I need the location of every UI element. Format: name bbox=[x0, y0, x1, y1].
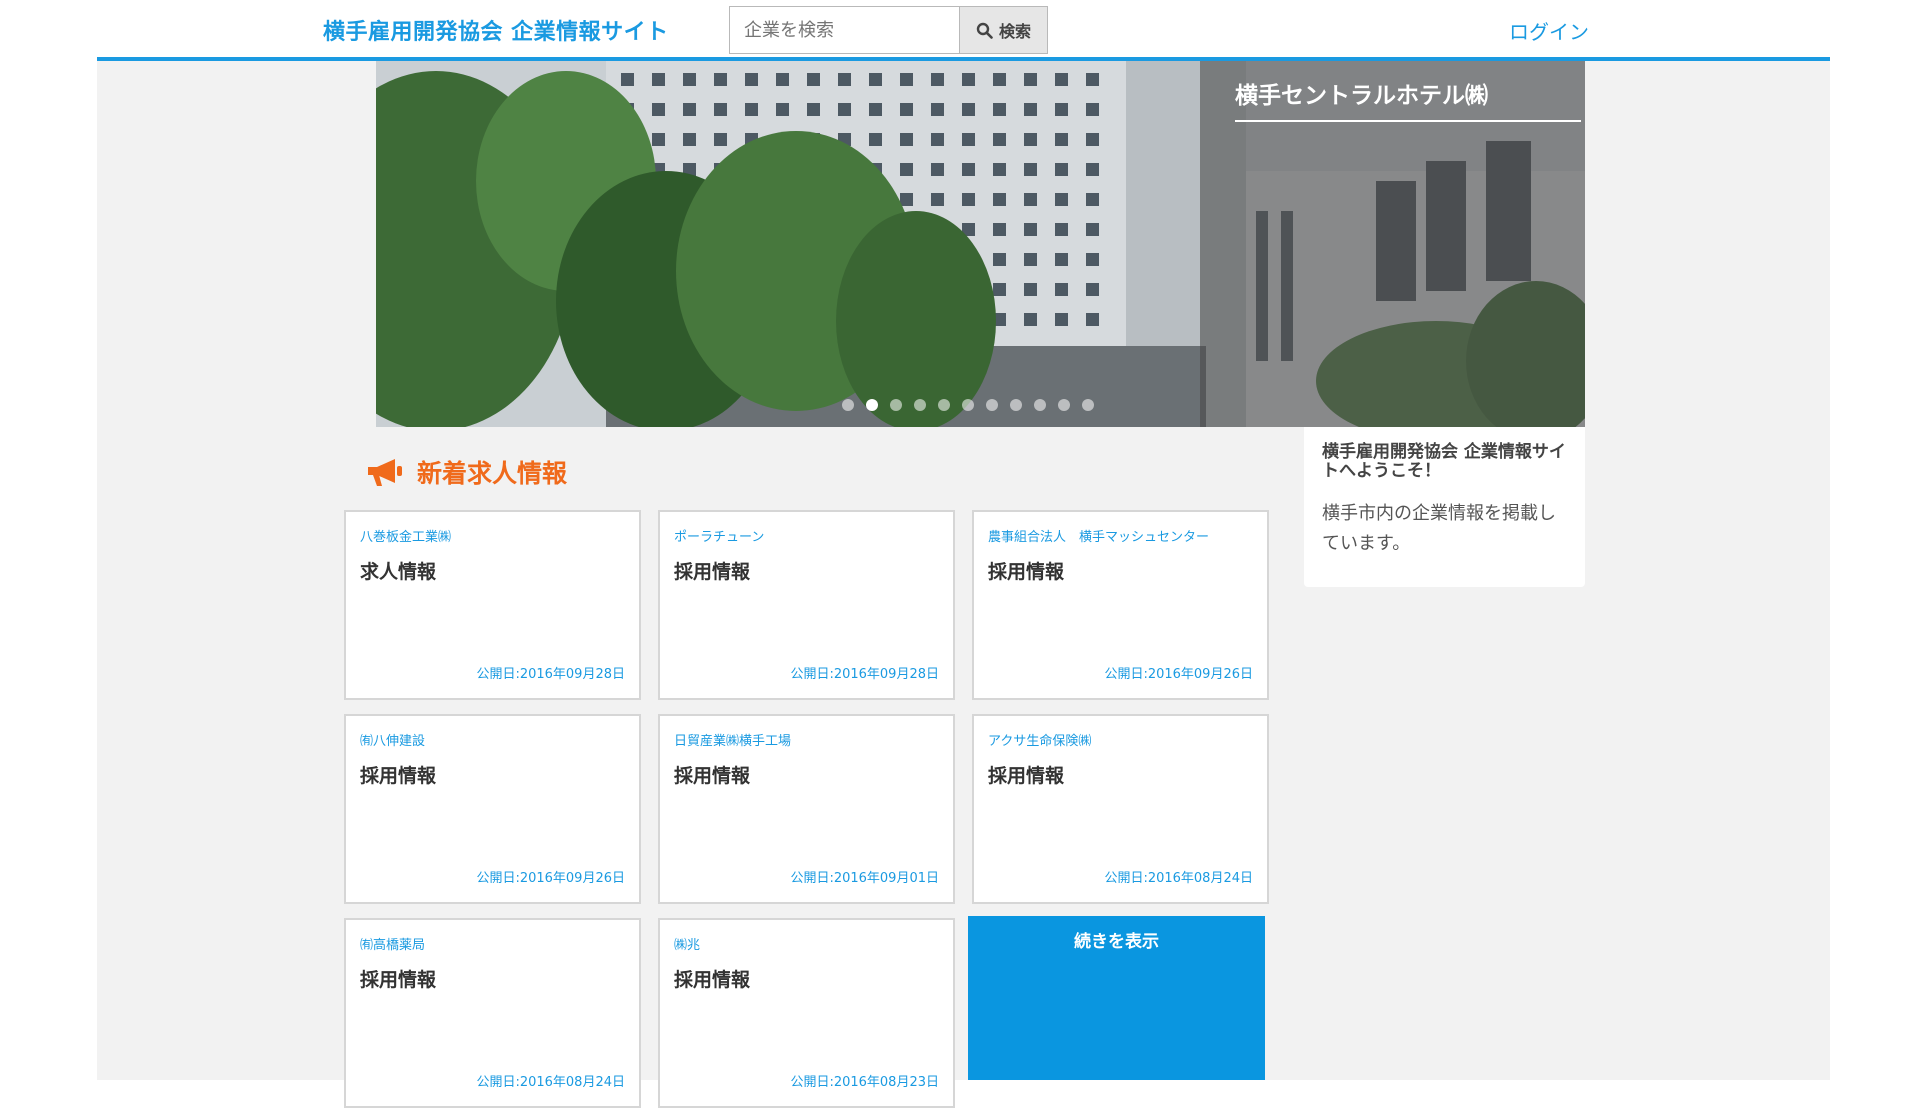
job-card-company[interactable]: ㈲高橋薬局 bbox=[360, 934, 425, 953]
job-card-company[interactable]: 八巻板金工業㈱ bbox=[360, 526, 451, 545]
carousel-dot[interactable] bbox=[986, 399, 998, 411]
job-card-date: 公開日:2016年09月26日 bbox=[1104, 667, 1253, 682]
hero-carousel[interactable]: 横手セントラルホテル㈱ bbox=[343, 61, 1585, 427]
job-card-company[interactable]: ㈱兆 bbox=[674, 934, 700, 953]
carousel-dot[interactable] bbox=[890, 399, 902, 411]
megaphone-icon bbox=[368, 459, 402, 486]
job-card-date: 公開日:2016年08月24日 bbox=[476, 1075, 625, 1090]
page: 横手雇用開発協会 企業情報サイト 検索 ログイン bbox=[97, 0, 1830, 1108]
job-card-date: 公開日:2016年09月28日 bbox=[476, 667, 625, 682]
carousel-dot[interactable] bbox=[1082, 399, 1094, 411]
job-card-company[interactable]: ポーラチューン bbox=[674, 526, 764, 545]
job-card-date: 公開日:2016年08月24日 bbox=[1104, 871, 1253, 886]
job-card-title[interactable]: 採用情報 bbox=[360, 965, 436, 992]
job-card-title[interactable]: 採用情報 bbox=[674, 965, 750, 992]
job-card[interactable]: ㈲八伸建設採用情報公開日:2016年09月26日 bbox=[344, 714, 641, 904]
welcome-body: 横手市内の企業情報を掲載しています。 bbox=[1322, 503, 1556, 554]
job-card-company[interactable]: 日貿産業㈱横手工場 bbox=[674, 730, 791, 749]
carousel-dot[interactable] bbox=[1034, 399, 1046, 411]
carousel-dot[interactable] bbox=[962, 399, 974, 411]
search-button[interactable]: 検索 bbox=[960, 6, 1048, 54]
new-jobs-heading: 新着求人情報 bbox=[365, 454, 567, 490]
job-card-title[interactable]: 採用情報 bbox=[674, 761, 750, 788]
search-button-label: 検索 bbox=[998, 22, 1031, 41]
hero-caption-panel: 横手セントラルホテル㈱ bbox=[1200, 61, 1585, 427]
welcome-box: 横手雇用開発協会 企業情報サイトへようこそ！ 横手市内の企業情報を掲載しています… bbox=[1304, 427, 1585, 587]
hero-company-name[interactable]: 横手セントラルホテル㈱ bbox=[1235, 76, 1488, 110]
job-card-date: 公開日:2016年09月01日 bbox=[790, 871, 939, 886]
job-card[interactable]: 農事組合法人 横手マッシュセンター採用情報公開日:2016年09月26日 bbox=[972, 510, 1269, 700]
job-card-date: 公開日:2016年08月23日 bbox=[790, 1075, 939, 1090]
job-card-title[interactable]: 採用情報 bbox=[988, 761, 1064, 788]
job-card-title[interactable]: 採用情報 bbox=[674, 557, 750, 584]
carousel-dot[interactable] bbox=[866, 399, 878, 411]
search-input[interactable] bbox=[729, 6, 960, 54]
carousel-dot[interactable] bbox=[842, 399, 854, 411]
job-card-company[interactable]: ㈲八伸建設 bbox=[360, 730, 425, 749]
site-header: 横手雇用開発協会 企業情報サイト 検索 ログイン bbox=[97, 0, 1830, 61]
welcome-title: 横手雇用開発協会 企業情報サイトへようこそ！ bbox=[1322, 442, 1566, 481]
carousel-dots bbox=[842, 399, 1094, 411]
job-card-company[interactable]: 農事組合法人 横手マッシュセンター bbox=[988, 526, 1209, 545]
job-card[interactable]: 日貿産業㈱横手工場採用情報公開日:2016年09月01日 bbox=[658, 714, 955, 904]
carousel-dot[interactable] bbox=[1058, 399, 1070, 411]
job-card-date: 公開日:2016年09月28日 bbox=[790, 667, 939, 682]
show-more-button[interactable]: 続きを表示 bbox=[968, 916, 1265, 1080]
search-icon bbox=[976, 22, 993, 39]
job-card-company[interactable]: アクサ生命保険㈱ bbox=[988, 730, 1091, 749]
hero-divider bbox=[1235, 120, 1581, 122]
carousel-dot[interactable] bbox=[914, 399, 926, 411]
job-card-title[interactable]: 採用情報 bbox=[988, 557, 1064, 584]
job-card[interactable]: 八巻板金工業㈱求人情報公開日:2016年09月28日 bbox=[344, 510, 641, 700]
carousel-dot[interactable] bbox=[1010, 399, 1022, 411]
job-card[interactable]: アクサ生命保険㈱採用情報公開日:2016年08月24日 bbox=[972, 714, 1269, 904]
carousel-dot[interactable] bbox=[938, 399, 950, 411]
login-link[interactable]: ログイン bbox=[1509, 16, 1589, 45]
job-card-date: 公開日:2016年09月26日 bbox=[476, 871, 625, 886]
job-card[interactable]: ポーラチューン採用情報公開日:2016年09月28日 bbox=[658, 510, 955, 700]
site-logo[interactable]: 横手雇用開発協会 企業情報サイト bbox=[323, 14, 669, 46]
job-card-title[interactable]: 求人情報 bbox=[360, 557, 436, 584]
new-jobs-title: 新着求人情報 bbox=[417, 459, 568, 488]
job-card-title[interactable]: 採用情報 bbox=[360, 761, 436, 788]
